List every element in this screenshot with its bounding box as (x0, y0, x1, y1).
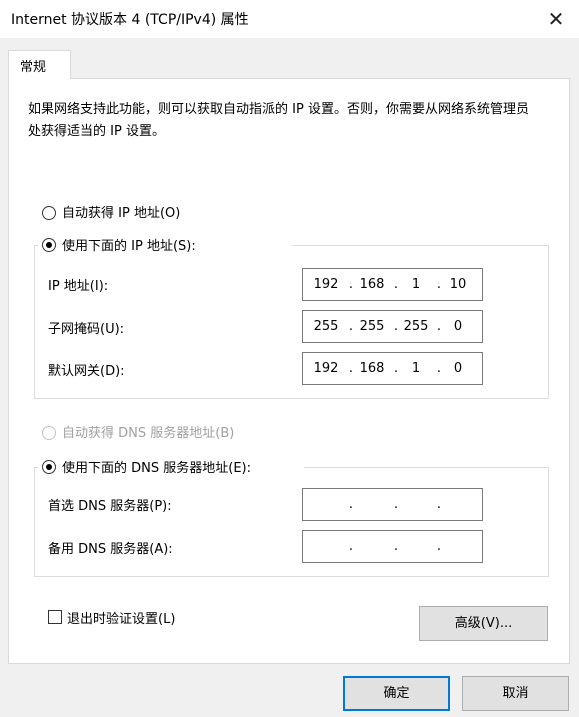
window-title: Internet 协议版本 4 (TCP/IPv4) 属性 (11, 12, 249, 28)
octet: 0 (453, 361, 463, 376)
validate-on-exit-label[interactable]: 退出时验证设置(L) (67, 608, 175, 627)
title-bar: Internet 协议版本 4 (TCP/IPv4) 属性 ✕ (0, 0, 579, 38)
separator: . (348, 277, 354, 292)
preferred-dns-label: 首选 DNS 服务器(P): (48, 499, 172, 514)
subnet-mask-field[interactable]: 255 . 255 . 255 . 0 (302, 310, 483, 343)
octet: 255 (359, 319, 385, 334)
octet: 255 (403, 319, 429, 334)
radio-manual-ip-label[interactable]: 使用下面的 IP 地址(S): (62, 235, 196, 254)
separator: . (348, 539, 354, 554)
validate-on-exit-checkbox[interactable] (48, 610, 62, 624)
tab-general[interactable]: 常规 (8, 50, 71, 79)
separator: . (348, 497, 354, 512)
separator: . (348, 319, 354, 334)
octet: 168 (359, 277, 385, 292)
description-text: 如果网络支持此功能，则可以获取自动指派的 IP 设置。否则，你需要从网络系统管理… (28, 102, 529, 139)
alternate-dns-field[interactable]: . . . (302, 530, 483, 563)
preferred-dns-field[interactable]: . . . (302, 488, 483, 521)
octet: 10 (449, 277, 467, 292)
close-icon[interactable]: ✕ (543, 6, 569, 32)
ip-address-field[interactable]: 192 . 168 . 1 . 10 (302, 268, 483, 301)
radio-manual-ip[interactable] (42, 238, 56, 252)
default-gateway-field[interactable]: 192 . 168 . 1 . 0 (302, 352, 483, 385)
separator: . (393, 497, 399, 512)
subnet-mask-label: 子网掩码(U): (48, 322, 125, 337)
separator: . (348, 361, 354, 376)
separator: . (436, 497, 442, 512)
octet: 1 (411, 361, 421, 376)
radio-auto-dns (42, 426, 56, 440)
tab-label: 常规 (20, 60, 47, 75)
radio-auto-ip-label[interactable]: 自动获得 IP 地址(O) (62, 202, 180, 221)
default-gateway-label: 默认网关(D): (48, 364, 125, 379)
alternate-dns-label: 备用 DNS 服务器(A): (48, 542, 173, 557)
ip-address-label: IP 地址(I): (48, 279, 109, 294)
octet: 255 (313, 319, 339, 334)
radio-auto-dns-label: 自动获得 DNS 服务器地址(B) (62, 426, 235, 441)
octet: 168 (359, 361, 385, 376)
radio-manual-dns-label[interactable]: 使用下面的 DNS 服务器地址(E): (62, 457, 251, 476)
radio-manual-dns[interactable] (42, 460, 56, 474)
cancel-button[interactable]: 取消 (462, 676, 569, 711)
ok-button[interactable]: 确定 (343, 676, 450, 711)
radio-auto-ip[interactable] (42, 206, 56, 220)
octet: 192 (313, 277, 339, 292)
octet: 192 (313, 361, 339, 376)
separator: . (436, 539, 442, 554)
separator: . (393, 539, 399, 554)
advanced-button[interactable]: 高级(V)... (419, 606, 548, 641)
octet: 1 (411, 277, 421, 292)
octet: 0 (453, 319, 463, 334)
